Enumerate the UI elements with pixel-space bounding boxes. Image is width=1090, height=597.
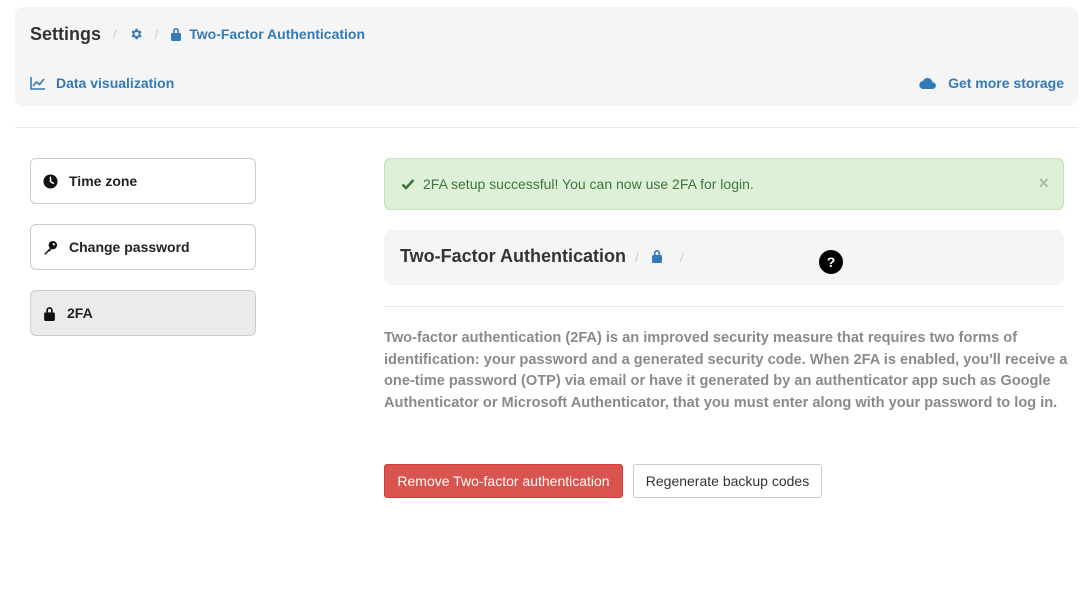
data-visualization-link[interactable]: Data visualization	[30, 75, 174, 91]
success-alert: 2FA setup successful! You can now use 2F…	[384, 158, 1064, 210]
check-icon	[401, 178, 415, 190]
breadcrumb-separator: /	[680, 250, 684, 265]
cloud-icon	[918, 77, 936, 90]
page-title: Settings	[30, 23, 102, 44]
header-divider	[15, 127, 1078, 128]
2fa-description: Two-factor authentication (2FA) is an im…	[384, 330, 1068, 411]
content-divider	[384, 306, 1064, 307]
data-visualization-label: Data visualization	[56, 75, 175, 91]
close-icon[interactable]: ×	[1038, 173, 1049, 193]
gear-icon[interactable]	[129, 27, 143, 41]
card-title: Two-Factor Authentication	[400, 246, 626, 266]
lock-icon	[43, 306, 56, 321]
get-more-storage-link[interactable]: Get more storage	[918, 75, 1064, 91]
sidebar-item-label: 2FA	[67, 305, 93, 321]
sidebar-item-time-zone[interactable]: Time zone	[30, 158, 256, 204]
sidebar-item-label: Change password	[69, 239, 190, 255]
get-more-storage-label: Get more storage	[948, 75, 1064, 91]
sidebar-item-label: Time zone	[69, 173, 138, 189]
lock-icon	[170, 27, 182, 41]
2fa-card-header: Two-Factor Authentication / / ?	[384, 230, 1064, 285]
breadcrumb-separator: /	[113, 26, 117, 42]
remove-2fa-button[interactable]: Remove Two-factor authentication	[384, 464, 623, 498]
clock-icon	[43, 173, 58, 189]
breadcrumb-separator: /	[635, 250, 639, 265]
breadcrumb: Settings / / Two-Factor Authentication	[30, 23, 365, 45]
sidebar-item-change-password[interactable]: Change password	[30, 224, 256, 270]
key-icon	[43, 240, 58, 255]
breadcrumb-current[interactable]: Two-Factor Authentication	[189, 26, 365, 42]
breadcrumb-separator: /	[154, 26, 159, 42]
lock-icon	[651, 249, 663, 263]
help-icon[interactable]: ?	[819, 250, 843, 274]
alert-message: 2FA setup successful! You can now use 2F…	[423, 176, 754, 192]
settings-header: Settings / / Two-Factor Authentication D…	[15, 7, 1078, 106]
sidebar-item-2fa[interactable]: 2FA	[30, 290, 256, 336]
line-chart-icon	[30, 76, 45, 90]
regenerate-backup-codes-button[interactable]: Regenerate backup codes	[633, 464, 822, 498]
